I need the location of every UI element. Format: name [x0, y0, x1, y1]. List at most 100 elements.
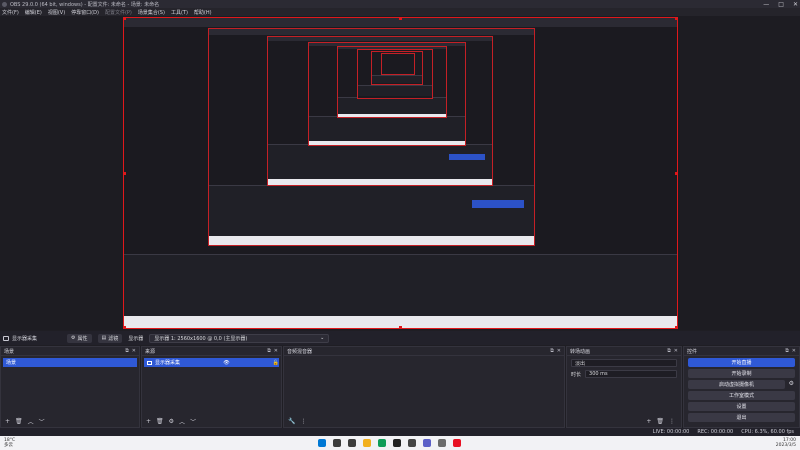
- display-select[interactable]: 显示器 1: 2560x1600 @ 0,0 (主显示器) ⌄: [149, 333, 330, 343]
- gear-icon[interactable]: ⚙: [169, 418, 174, 425]
- resize-handle-bc[interactable]: [399, 326, 402, 328]
- wrench-icon[interactable]: 🔧: [288, 418, 295, 425]
- add-icon[interactable]: +: [5, 418, 10, 425]
- resize-handle-ml[interactable]: [124, 172, 126, 175]
- menu-edit[interactable]: 编辑(E): [25, 9, 42, 16]
- undock-icon[interactable]: ⧉: [667, 348, 671, 354]
- weather-widget[interactable]: 18°C 多云: [4, 438, 15, 448]
- close-icon[interactable]: ✕: [792, 348, 796, 354]
- move-down-icon[interactable]: ﹀: [190, 417, 196, 426]
- undock-icon[interactable]: ⧉: [267, 348, 271, 354]
- menu-file[interactable]: 文件(F): [2, 9, 19, 16]
- lock-icon[interactable]: 🔓: [273, 360, 279, 366]
- title-bar: OBS 29.0.0 (64 bit, windows) - 配置文件: 未命名…: [0, 0, 800, 8]
- resize-handle-tr[interactable]: [675, 18, 677, 20]
- close-button[interactable]: ✕: [793, 1, 798, 8]
- move-up-icon[interactable]: ︿: [28, 417, 34, 426]
- audio-mixer-header: 音频混音器 ⧉ ✕: [284, 347, 564, 356]
- transition-duration-row: 时长 300 ms: [571, 370, 677, 378]
- status-bar: LIVE: 00:00:00 REC: 00:00:00 CPU: 6.3%, …: [0, 428, 800, 436]
- close-icon[interactable]: ✕: [274, 348, 278, 354]
- window-title: OBS 29.0.0 (64 bit, windows) - 配置文件: 未命名…: [10, 1, 160, 8]
- live-status: LIVE: 00:00:00: [652, 429, 690, 435]
- source-toolbar-name: 显示器采集: [3, 335, 37, 342]
- maximize-button[interactable]: □: [778, 1, 784, 8]
- display-label: 显示器: [128, 335, 144, 342]
- browser-icon[interactable]: [378, 439, 386, 447]
- audio-mixer-toolbar: 🔧 ⋮: [284, 416, 564, 427]
- system-tray-clock[interactable]: 17:00 2023/3/5: [776, 438, 796, 448]
- add-icon[interactable]: +: [146, 418, 151, 425]
- menu-profile[interactable]: 配置文件(P): [105, 9, 132, 16]
- settings-button[interactable]: 设置: [688, 402, 795, 411]
- app-icon[interactable]: [438, 439, 446, 447]
- app-icon[interactable]: [393, 439, 401, 447]
- resize-handle-mr[interactable]: [675, 172, 677, 175]
- taskview-icon[interactable]: [348, 439, 356, 447]
- close-icon[interactable]: ✕: [557, 348, 561, 354]
- menu-bar: 文件(F) 编辑(E) 视图(V) 停靠窗口(D) 配置文件(P) 场景集合(S…: [0, 8, 800, 16]
- exit-button[interactable]: 退出: [688, 413, 795, 422]
- more-icon[interactable]: ⋮: [669, 418, 675, 425]
- visibility-eye-icon[interactable]: 👁: [223, 360, 229, 366]
- obs-app-icon: [2, 1, 7, 7]
- transition-type-select[interactable]: 淡出: [571, 359, 677, 367]
- trash-icon[interactable]: 🗑: [15, 418, 23, 425]
- resize-handle-tc[interactable]: [399, 18, 402, 20]
- add-icon[interactable]: +: [646, 418, 651, 425]
- transitions-header: 转场动画 ⧉ ✕: [567, 347, 681, 356]
- filters-button[interactable]: ▤ 滤镜: [97, 333, 123, 343]
- controls-dock: 控件 ⧉ ✕ 开始直播 开始录制 启动虚拟摄像机 ⚙ 工作室模式 设置 退出: [683, 346, 800, 428]
- move-down-icon[interactable]: ﹀: [39, 417, 45, 426]
- resize-handle-tl[interactable]: [124, 18, 126, 20]
- resize-handle-br[interactable]: [675, 326, 677, 328]
- transitions-toolbar: + 🗑 ⋮: [567, 416, 681, 427]
- menu-scene-collection[interactable]: 场景集合(S): [138, 9, 165, 16]
- undock-icon[interactable]: ⧉: [785, 348, 789, 354]
- explorer-icon[interactable]: [363, 439, 371, 447]
- studio-mode-button[interactable]: 工作室模式: [688, 391, 795, 400]
- recursive-preview-8: [381, 53, 415, 75]
- source-toolbar: 显示器采集 ⚙ 属性 ▤ 滤镜 显示器 显示器 1: 2560x1600 @ 0…: [0, 331, 800, 345]
- transition-type-row: 淡出: [571, 359, 677, 367]
- obs-taskbar-icon[interactable]: [453, 439, 461, 447]
- trash-icon[interactable]: 🗑: [156, 418, 164, 425]
- menu-docks[interactable]: 停靠窗口(D): [71, 9, 99, 16]
- close-icon[interactable]: ✕: [674, 348, 678, 354]
- menu-help[interactable]: 帮助(H): [194, 9, 212, 16]
- chevron-down-icon: ⌄: [320, 335, 325, 341]
- transition-duration-input[interactable]: 300 ms: [585, 370, 677, 378]
- app-icon[interactable]: [408, 439, 416, 447]
- gear-icon[interactable]: ⚙: [789, 380, 794, 387]
- undock-icon[interactable]: ⧉: [550, 348, 554, 354]
- sources-dock-toolbar: + 🗑 ⚙ ︿ ﹀: [142, 416, 281, 427]
- app-icon[interactable]: [423, 439, 431, 447]
- start-virtual-camera-button[interactable]: 启动虚拟摄像机 ⚙: [688, 380, 794, 389]
- menu-view[interactable]: 视图(V): [48, 9, 65, 16]
- start-icon[interactable]: [318, 439, 326, 447]
- monitor-icon: [3, 335, 9, 341]
- preview-canvas[interactable]: [123, 17, 678, 329]
- properties-button[interactable]: ⚙ 属性: [67, 333, 92, 343]
- taskbar-apps: [318, 438, 461, 448]
- monitor-icon: [147, 360, 152, 365]
- close-icon[interactable]: ✕: [132, 348, 136, 354]
- start-recording-button[interactable]: 开始录制: [688, 369, 795, 378]
- scene-list-item[interactable]: 场景: [3, 358, 137, 367]
- start-streaming-button[interactable]: 开始直播: [688, 358, 795, 367]
- menu-tools[interactable]: 工具(T): [171, 9, 188, 16]
- preview-area: [0, 16, 800, 330]
- gear-icon: ⚙: [71, 335, 76, 341]
- filter-icon: ▤: [101, 335, 107, 341]
- scenes-dock: 场景 ⧉ ✕ 场景 + 🗑 ︿ ﹀: [0, 346, 140, 428]
- windows-taskbar: 18°C 多云 17:00 2023/3/5: [0, 436, 800, 450]
- sources-dock-header: 来源 ⧉ ✕: [142, 347, 281, 356]
- more-icon[interactable]: ⋮: [300, 418, 306, 425]
- trash-icon[interactable]: 🗑: [656, 418, 664, 425]
- minimize-button[interactable]: —: [763, 1, 769, 8]
- resize-handle-bl[interactable]: [124, 326, 126, 328]
- search-icon[interactable]: [333, 439, 341, 447]
- move-up-icon[interactable]: ︿: [179, 417, 185, 426]
- undock-icon[interactable]: ⧉: [125, 348, 129, 354]
- source-list-item[interactable]: 显示器采集 👁 🔓: [144, 358, 279, 367]
